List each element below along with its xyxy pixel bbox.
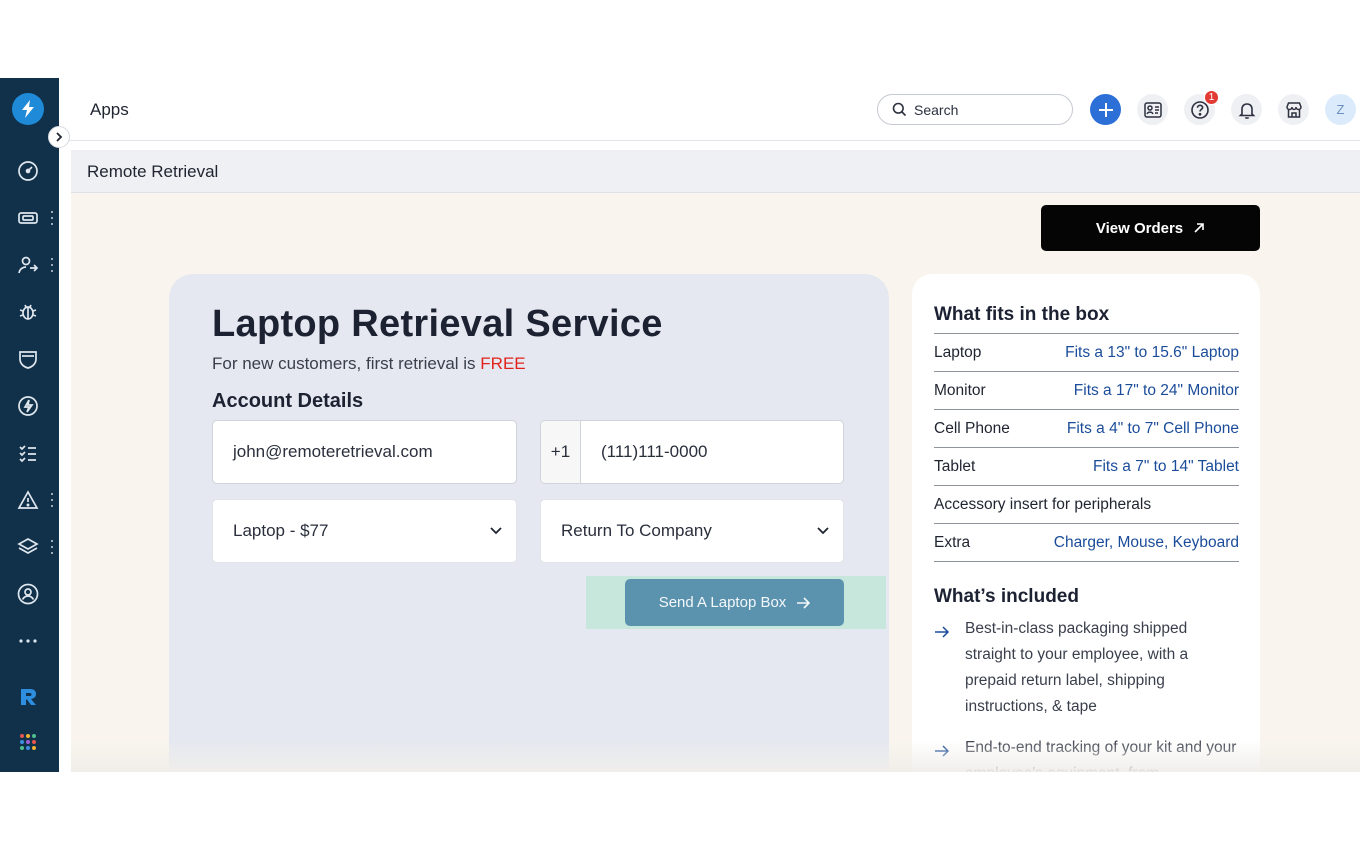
- page-title: Remote Retrieval: [87, 162, 219, 181]
- fit-label: Cell Phone: [934, 419, 1010, 437]
- fit-label: Extra: [934, 533, 971, 551]
- shield-icon[interactable]: [14, 345, 42, 373]
- contacts-icon[interactable]: [14, 251, 42, 279]
- email-value: john@remoteretrieval.com: [233, 442, 433, 461]
- lightning-icon[interactable]: [14, 392, 42, 420]
- fit-value[interactable]: Charger, Mouse, Keyboard: [1054, 534, 1239, 552]
- alert-more-icon[interactable]: [49, 493, 55, 507]
- included-text: Best-in-class packaging shipped straight…: [965, 620, 1189, 715]
- alert-icon[interactable]: [14, 486, 42, 514]
- table-row: Extra Charger, Mouse, Keyboard: [934, 524, 1239, 562]
- top-bar: Apps Search 1 Z: [59, 78, 1360, 141]
- fit-label: Tablet: [934, 457, 976, 475]
- included-text: End-to-end tracking of your kit and your…: [965, 739, 1237, 772]
- included-heading: What’s included: [934, 586, 1079, 607]
- sidebar: [0, 78, 59, 772]
- id-card-icon: [1143, 101, 1162, 118]
- send-button-highlight: Send A Laptop Box: [586, 576, 886, 629]
- email-field[interactable]: john@remoteretrieval.com: [212, 420, 517, 484]
- return-select-value: Return To Company: [561, 521, 712, 540]
- create-new-button[interactable]: [1090, 94, 1121, 125]
- help-notification-badge: 1: [1204, 90, 1219, 105]
- country-code[interactable]: +1: [541, 421, 581, 483]
- fits-heading: What fits in the box: [934, 304, 1110, 325]
- search-input[interactable]: Search: [877, 94, 1073, 125]
- return-destination-select[interactable]: Return To Company: [540, 499, 844, 563]
- table-row: Cell Phone Fits a 4" to 7" Cell Phone: [934, 410, 1239, 448]
- search-icon: [892, 102, 907, 117]
- dashboard-icon[interactable]: [14, 157, 42, 185]
- notifications-button[interactable]: [1231, 94, 1262, 125]
- content-gutter: [59, 141, 71, 772]
- store-icon: [1285, 101, 1302, 118]
- box-info-card: What fits in the box Laptop Fits a 13" t…: [912, 274, 1260, 772]
- home-logo-icon[interactable]: [12, 93, 44, 125]
- retrieval-form-card: Laptop Retrieval Service For new custome…: [169, 274, 889, 772]
- account-details-heading: Account Details: [212, 390, 364, 412]
- apps-grid-icon[interactable]: [14, 728, 42, 756]
- subtitle-text: For new customers, first retrieval is: [212, 354, 476, 373]
- main-content: Remote Retrieval View Orders Laptop Retr…: [71, 150, 1360, 772]
- chevron-down-icon: [817, 527, 829, 535]
- search-placeholder: Search: [914, 101, 959, 118]
- view-orders-label: View Orders: [1095, 219, 1184, 237]
- table-row: Laptop Fits a 13" to 15.6" Laptop: [934, 334, 1239, 372]
- more-icon[interactable]: [14, 627, 42, 655]
- arrow-right-icon: [797, 596, 811, 609]
- arrow-right-icon: [934, 735, 965, 772]
- phone-value: (111)111-0000: [601, 442, 708, 461]
- list-item: Best-in-class packaging shipped straight…: [934, 616, 1239, 720]
- fit-value[interactable]: Fits a 7" to 14" Tablet: [1093, 458, 1239, 476]
- chevron-right-icon: [56, 132, 63, 142]
- chevron-down-icon: [490, 527, 502, 535]
- view-orders-button[interactable]: View Orders: [1041, 205, 1260, 251]
- fit-value[interactable]: Fits a 4" to 7" Cell Phone: [1067, 420, 1239, 438]
- marketplace-button[interactable]: [1278, 94, 1309, 125]
- avatar[interactable]: Z: [1325, 94, 1356, 125]
- ticket-icon[interactable]: [14, 204, 42, 232]
- table-row: Monitor Fits a 17" to 24" Monitor: [934, 372, 1239, 410]
- ticket-more-icon[interactable]: [49, 211, 55, 225]
- fits-table: Laptop Fits a 13" to 15.6" Laptop Monito…: [934, 333, 1239, 562]
- fit-label: Accessory insert for peripherals: [934, 495, 1152, 513]
- contacts-more-icon[interactable]: [49, 258, 55, 272]
- checklist-icon[interactable]: [14, 439, 42, 467]
- plus-icon: [1098, 102, 1113, 117]
- admin-icon[interactable]: [14, 580, 42, 608]
- fit-value[interactable]: Fits a 13" to 15.6" Laptop: [1065, 344, 1239, 362]
- free-highlight: FREE: [480, 354, 526, 373]
- contact-card-button[interactable]: [1137, 94, 1168, 125]
- table-row: Tablet Fits a 7" to 14" Tablet: [934, 448, 1239, 486]
- bug-icon[interactable]: [14, 298, 42, 326]
- card-title: Laptop Retrieval Service: [212, 303, 663, 345]
- card-subtitle: For new customers, first retrieval is FR…: [212, 354, 526, 374]
- help-button[interactable]: 1: [1184, 90, 1219, 125]
- phone-field[interactable]: +1 (111)111-0000: [540, 420, 844, 484]
- fit-value[interactable]: Fits a 17" to 24" Monitor: [1074, 382, 1239, 400]
- arrow-right-icon: [934, 616, 965, 720]
- app-window: Apps Search 1 Z Remote Retrieval View Or: [0, 78, 1360, 772]
- top-bar-title: Apps: [90, 100, 129, 119]
- page-header: Remote Retrieval: [71, 150, 1360, 193]
- device-select[interactable]: Laptop - $77: [212, 499, 517, 563]
- external-arrow-icon: [1194, 223, 1204, 233]
- layers-more-icon[interactable]: [49, 540, 55, 554]
- fit-label: Laptop: [934, 343, 982, 361]
- send-button-label: Send A Laptop Box: [658, 594, 787, 611]
- layers-icon[interactable]: [14, 533, 42, 561]
- list-item: End-to-end tracking of your kit and your…: [934, 735, 1239, 772]
- fit-label: Monitor: [934, 381, 986, 399]
- send-laptop-box-button[interactable]: Send A Laptop Box: [625, 579, 844, 626]
- bell-icon: [1238, 102, 1255, 119]
- remote-retrieval-app-icon[interactable]: [14, 683, 42, 711]
- sidebar-collapse-button[interactable]: [48, 126, 70, 148]
- table-row: Accessory insert for peripherals: [934, 486, 1239, 524]
- device-select-value: Laptop - $77: [233, 521, 329, 540]
